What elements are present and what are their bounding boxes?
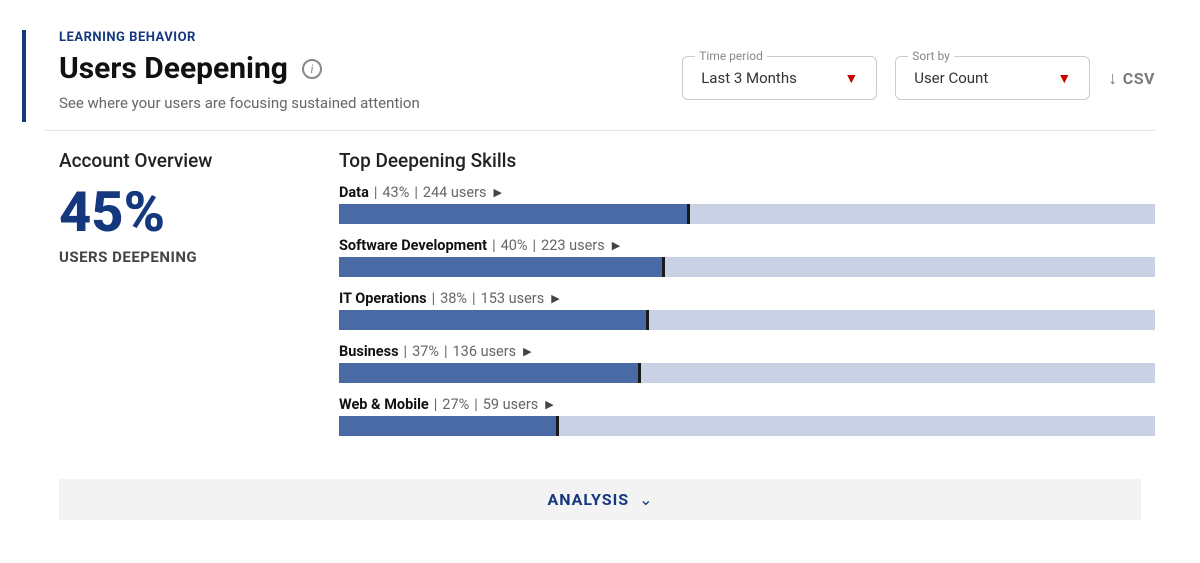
header-accent — [22, 30, 26, 122]
skill-bar — [339, 204, 1155, 224]
header-left: LEARNING BEHAVIOR Users Deepening i See … — [45, 30, 420, 112]
header-controls: Time period Last 3 Months ▼ Sort by User… — [682, 30, 1155, 100]
sort-by-value: User Count — [914, 69, 988, 87]
skills-section-title: Top Deepening Skills — [339, 149, 1155, 172]
sort-by-label: Sort by — [908, 49, 954, 63]
skill-bar — [339, 363, 1155, 383]
skill-percent: 40% — [501, 237, 528, 254]
skill-row: Business | 37% | 136 users ▶ — [339, 343, 1155, 383]
skill-bar-fill — [339, 204, 690, 224]
chevron-right-icon: ▶ — [523, 345, 531, 358]
skill-users: 136 users — [453, 343, 517, 360]
header-row: LEARNING BEHAVIOR Users Deepening i See … — [45, 30, 1155, 131]
time-period-value: Last 3 Months — [701, 69, 797, 87]
skill-row: Software Development | 40% | 223 users ▶ — [339, 237, 1155, 277]
analysis-toggle[interactable]: ANALYSIS ⌄ — [59, 479, 1141, 520]
chevron-right-icon: ▶ — [545, 398, 553, 411]
skill-users: 223 users — [541, 237, 605, 254]
skill-name: Business — [339, 343, 399, 360]
skill-label[interactable]: IT Operations | 38% | 153 users ▶ — [339, 290, 1155, 307]
csv-label: CSV — [1123, 69, 1155, 88]
sort-by-select[interactable]: Sort by User Count ▼ — [895, 56, 1090, 100]
account-overview-panel: Account Overview 45% USERS DEEPENING — [59, 149, 299, 449]
skill-row: Data | 43% | 244 users ▶ — [339, 184, 1155, 224]
skill-percent: 37% — [412, 343, 439, 360]
skill-users: 244 users — [423, 184, 487, 201]
skill-percent: 38% — [440, 290, 467, 307]
skill-bar-fill — [339, 257, 665, 277]
skill-row: IT Operations | 38% | 153 users ▶ — [339, 290, 1155, 330]
page-title: Users Deepening — [59, 51, 288, 86]
chevron-right-icon: ▶ — [493, 186, 501, 199]
skill-row: Web & Mobile | 27% | 59 users ▶ — [339, 396, 1155, 436]
page-subtitle: See where your users are focusing sustai… — [59, 94, 420, 112]
skill-name: Software Development — [339, 237, 487, 254]
info-icon[interactable]: i — [302, 59, 322, 79]
skill-percent: 43% — [382, 184, 409, 201]
download-icon: ↓ — [1108, 68, 1118, 89]
time-period-select[interactable]: Time period Last 3 Months ▼ — [682, 56, 877, 100]
chevron-down-icon: ▼ — [844, 70, 858, 87]
skill-bar — [339, 310, 1155, 330]
download-csv-button[interactable]: ↓ CSV — [1108, 68, 1155, 89]
skill-name: Web & Mobile — [339, 396, 429, 413]
skill-percent: 27% — [442, 396, 469, 413]
analysis-label: ANALYSIS — [547, 490, 629, 509]
overview-section-title: Account Overview — [59, 149, 299, 172]
skill-name: Data — [339, 184, 369, 201]
skill-bar-fill — [339, 310, 649, 330]
skill-users: 153 users — [481, 290, 545, 307]
chevron-right-icon: ▶ — [612, 239, 620, 252]
chevron-down-icon: ▼ — [1057, 70, 1071, 87]
skill-label[interactable]: Web & Mobile | 27% | 59 users ▶ — [339, 396, 1155, 413]
skill-bar — [339, 257, 1155, 277]
skill-users: 59 users — [483, 396, 538, 413]
skill-label[interactable]: Software Development | 40% | 223 users ▶ — [339, 237, 1155, 254]
time-period-label: Time period — [695, 49, 767, 63]
top-skills-panel: Top Deepening Skills Data | 43% | 244 us… — [339, 149, 1155, 449]
skill-bar — [339, 416, 1155, 436]
eyebrow-label: LEARNING BEHAVIOR — [59, 30, 420, 45]
overview-percent: 45% — [59, 184, 299, 240]
skill-label[interactable]: Data | 43% | 244 users ▶ — [339, 184, 1155, 201]
chevron-right-icon: ▶ — [551, 292, 559, 305]
skill-name: IT Operations — [339, 290, 427, 307]
skill-label[interactable]: Business | 37% | 136 users ▶ — [339, 343, 1155, 360]
overview-label: USERS DEEPENING — [59, 248, 299, 266]
skill-bar-fill — [339, 363, 641, 383]
skill-bar-fill — [339, 416, 559, 436]
chevron-down-icon: ⌄ — [639, 490, 652, 509]
